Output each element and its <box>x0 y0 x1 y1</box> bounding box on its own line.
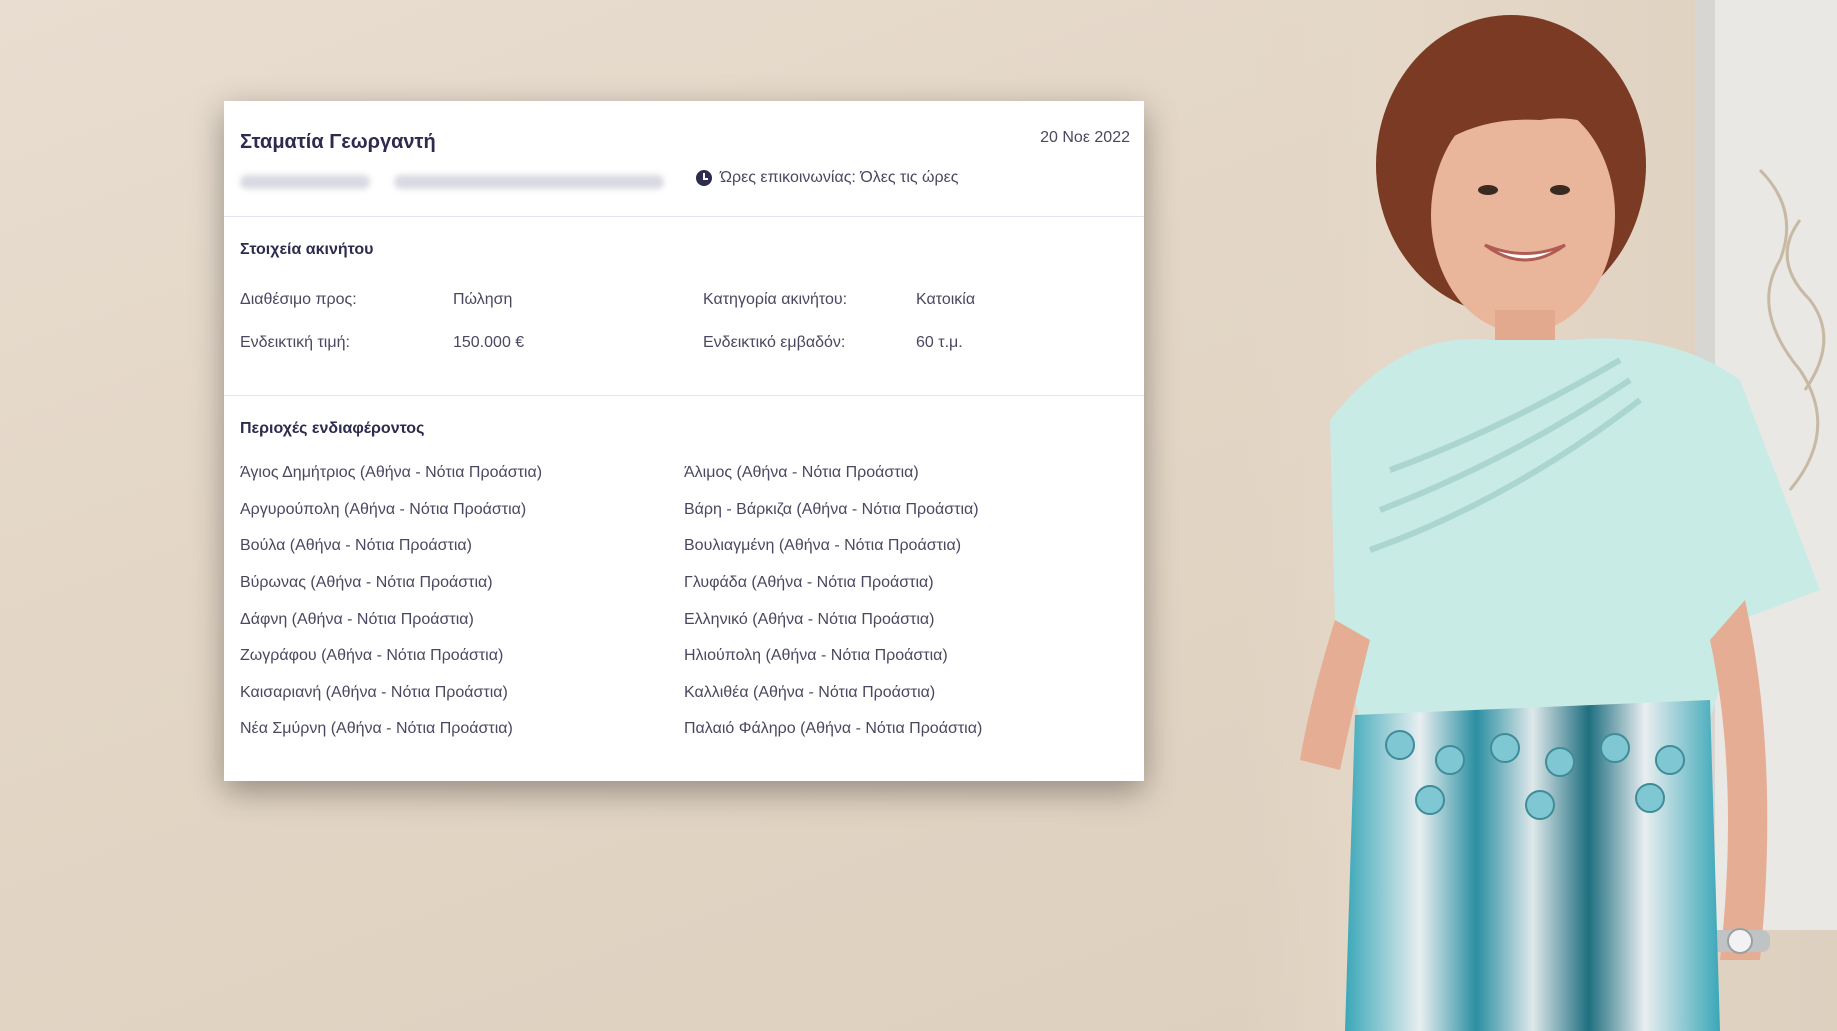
blurred-email <box>394 175 664 189</box>
contact-hours: Ώρες επικοινωνίας: Όλες τις ώρες <box>696 169 958 187</box>
contact-hours-text: Ώρες επικοινωνίας: Όλες τις ώρες <box>720 169 959 186</box>
area-item: Δάφνη (Αθήνα - Νότια Προάστια) <box>240 611 474 628</box>
area-item: Ηλιούπολη (Αθήνα - Νότια Προάστια) <box>684 647 948 664</box>
area-item: Άλιμος (Αθήνα - Νότια Προάστια) <box>684 464 919 481</box>
category-label: Κατηγορία ακινήτου: <box>703 291 848 308</box>
area-item: Βάρη - Βάρκιζα (Αθήνα - Νότια Προάστια) <box>684 501 979 518</box>
area-item: Βούλα (Αθήνα - Νότια Προάστια) <box>240 537 472 554</box>
areas-title: Περιοχές ενδιαφέροντος <box>240 420 425 437</box>
listing-date: 20 Νοε 2022 <box>1040 129 1130 146</box>
category-value: Κατοικία <box>916 291 976 308</box>
area-item: Αργυρούπολη (Αθήνα - Νότια Προάστια) <box>240 501 527 518</box>
contact-name: Σταματία Γεωργαντή <box>240 131 436 153</box>
area-item: Καισαριανή (Αθήνα - Νότια Προάστια) <box>240 684 508 701</box>
contact-card: Σταματία Γεωργαντή 20 Νοε 2022 Ώρες επικ… <box>224 101 1144 781</box>
available-value: Πώληση <box>453 291 513 308</box>
area-item: Βουλιαγμένη (Αθήνα - Νότια Προάστια) <box>684 537 962 554</box>
area-item: Βύρωνας (Αθήνα - Νότια Προάστια) <box>240 574 493 591</box>
area-item: Νέα Σμύρνη (Αθήνα - Νότια Προάστια) <box>240 720 513 737</box>
areas-section: Περιοχές ενδιαφέροντος Άγιος Δημήτριος (… <box>224 396 1144 776</box>
property-details-section: Στοιχεία ακινήτου Διαθέσιμο προς: Πώληση… <box>224 217 1144 396</box>
area-item: Ελληνικό (Αθήνα - Νότια Προάστια) <box>684 611 935 628</box>
area-item: Ζωγράφου (Αθήνα - Νότια Προάστια) <box>240 647 504 664</box>
area-item: Άγιος Δημήτριος (Αθήνα - Νότια Προάστια) <box>240 464 543 481</box>
price-label: Ενδεικτική τιμή: <box>240 334 350 351</box>
area-item: Γλυφάδα (Αθήνα - Νότια Προάστια) <box>684 574 934 591</box>
price-value: 150.000 € <box>453 334 525 351</box>
area-value: 60 τ.μ. <box>916 334 963 351</box>
card-header: Σταματία Γεωργαντή 20 Νοε 2022 Ώρες επικ… <box>224 101 1144 217</box>
area-item: Καλλιθέα (Αθήνα - Νότια Προάστια) <box>684 684 936 701</box>
available-label: Διαθέσιμο προς: <box>240 291 357 308</box>
property-details-title: Στοιχεία ακινήτου <box>240 241 374 258</box>
blurred-phone <box>240 175 370 189</box>
area-item: Παλαιό Φάληρο (Αθήνα - Νότια Προάστια) <box>684 720 983 737</box>
person-photo <box>1240 0 1837 1031</box>
area-label: Ενδεικτικό εμβαδόν: <box>703 334 846 351</box>
clock-icon <box>696 170 712 186</box>
